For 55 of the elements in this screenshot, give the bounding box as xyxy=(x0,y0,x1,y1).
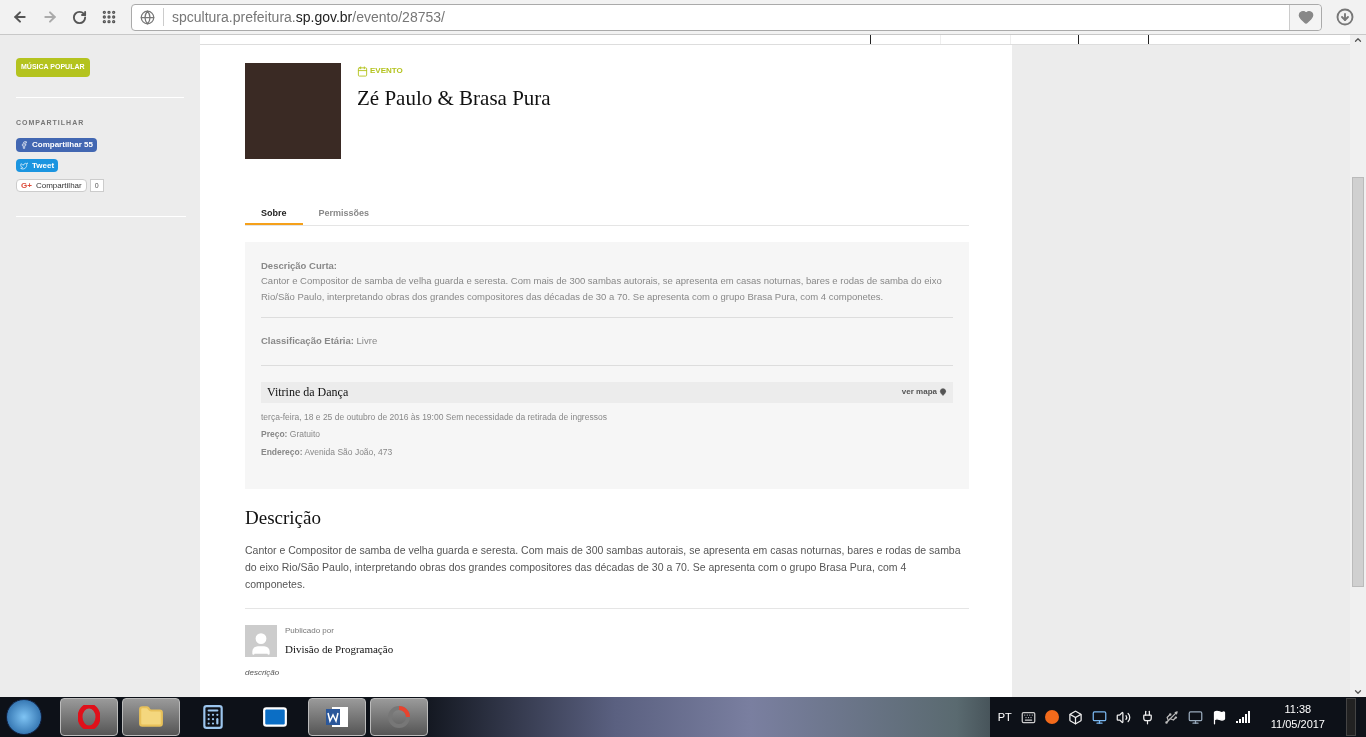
ring-icon xyxy=(386,704,412,730)
clock-date[interactable]: 11/05/2017 xyxy=(1270,717,1325,732)
start-orb-icon[interactable] xyxy=(6,699,42,735)
google-plus-icon: G+ xyxy=(21,179,32,192)
opera-o-icon xyxy=(78,705,100,729)
scroll-up-icon[interactable] xyxy=(1353,35,1363,45)
footer-note: descrição xyxy=(245,666,281,679)
age-rating: Classificação Etária: Livre xyxy=(261,334,379,349)
facebook-share-button[interactable]: Compartilhar 55 xyxy=(16,138,97,152)
document-w-icon xyxy=(324,704,350,730)
avatar xyxy=(245,625,277,658)
box-icon[interactable] xyxy=(1067,709,1083,725)
monitor-icon[interactable] xyxy=(1091,709,1107,725)
map-link[interactable]: ver mapa xyxy=(901,386,947,398)
address-text: Endereço: Avenida São João, 473 xyxy=(261,446,394,459)
usb-icon[interactable] xyxy=(1163,709,1179,725)
speaker-icon[interactable] xyxy=(1115,709,1131,725)
bird-icon xyxy=(20,161,28,170)
tab[interactable]: Sobre xyxy=(245,205,303,225)
field-label: Descrição Curta: xyxy=(261,259,339,273)
map-pin-icon xyxy=(939,388,947,396)
calculator-icon xyxy=(200,704,226,730)
reload-icon[interactable] xyxy=(72,9,87,25)
keyboard-icon[interactable] xyxy=(1020,709,1036,725)
section-heading: Descrição xyxy=(245,505,322,530)
event-type-label: EVENTO xyxy=(370,65,403,77)
heart-button[interactable] xyxy=(1289,4,1321,30)
url-text: spcultura.prefeitura.sp.gov.br/evento/28753/ xyxy=(172,7,445,27)
heart-icon xyxy=(1297,9,1314,25)
tab[interactable]: Permissões xyxy=(302,205,386,225)
globe-icon xyxy=(140,9,155,25)
description-text: Cantor e Compositor de samba de velha guarda e seresta. Com mais de 300 sambas autorais, se apresenta em casas noturnas, bares e rodas de samba do eixo Rio/São Paulo, interpretando obras dos grandes compositores das décadas de 30 a 70. Se apresenta com o grupo Brasa Pura, com 4 componetes. xyxy=(245,542,969,610)
apps-grid-icon[interactable] xyxy=(101,9,117,25)
schedule-text: terça-feira, 18 e 25 de outubro de 2016 às 19:00 Sem necessidade da retirada de ingressos xyxy=(261,410,608,424)
folder-icon xyxy=(138,704,164,730)
network-monitor-icon[interactable] xyxy=(1187,709,1203,725)
scrollbar[interactable] xyxy=(1350,35,1366,697)
address-bar[interactable]: spcultura.prefeitura.sp.gov.br/evento/28753/ xyxy=(131,3,1322,31)
download-icon[interactable] xyxy=(1336,8,1354,26)
event-title: Zé Paulo & Brasa Pura xyxy=(357,85,551,112)
publisher-name: Divisão de Programação xyxy=(285,642,394,658)
facebook-icon xyxy=(20,141,28,149)
flag-icon[interactable] xyxy=(1211,709,1227,725)
back-icon[interactable] xyxy=(12,9,28,25)
signal-bars-icon[interactable] xyxy=(1235,711,1250,723)
taskbar-app-button[interactable] xyxy=(308,698,366,736)
google-share-button[interactable]: G+ Compartilhar xyxy=(16,179,87,192)
calendar-icon xyxy=(357,65,368,77)
published-by-caption: Publicado por xyxy=(285,625,335,638)
clock-time[interactable]: 11:38 xyxy=(1284,702,1312,717)
scroll-down-icon[interactable] xyxy=(1353,687,1363,697)
price-text: Preço: Gratuito xyxy=(261,428,322,441)
language-indicator[interactable]: PT xyxy=(997,708,1012,726)
venue-name: Vitrine da Dança xyxy=(267,384,349,401)
short-description: Cantor e Compositor de samba de velha guarda e seresta. Com mais de 300 sambas autorais, se apresenta em casas noturnas, bares e rodas de samba do eixo Rio/São Paulo, interpretando obras dos grandes compositores das décadas de 30 a 70. Se apresenta com o grupo Brasa Pura, com 4 componetes. xyxy=(261,274,943,305)
